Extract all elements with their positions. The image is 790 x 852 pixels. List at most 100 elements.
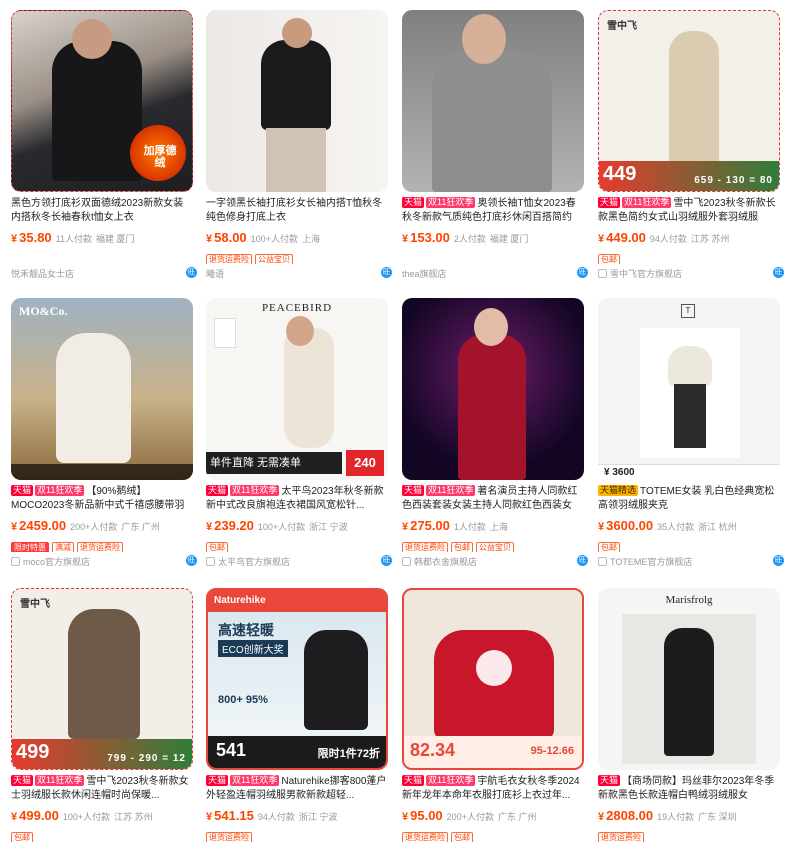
chat-icon[interactable]: 旺 (186, 555, 197, 566)
product-image[interactable]: 加厚德绒 (11, 10, 193, 192)
product-title[interactable]: 天猫双11狂欢季【90%鹅绒】MOCO2023冬新品新中式千禧感腰带羽绒服M..… (11, 485, 193, 513)
promo-tag: 双11狂欢季 (622, 197, 672, 208)
product-image[interactable] (402, 298, 584, 480)
product-card[interactable]: 82.34 95-12.66 天猫 双11狂欢季 宇航毛衣女秋冬季2024新年龙年本… (402, 588, 584, 842)
model-figure (664, 628, 714, 756)
product-image[interactable] (206, 10, 388, 192)
promo-price: 240 (346, 450, 384, 476)
product-image[interactable]: Naturehike 高速轻暖 ECO创新大奖 800+ 95% 541 限时1… (206, 588, 388, 770)
product-title[interactable]: 黑色方领打底衫双面德绒2023新款女装内搭秋冬长袖春秋t恤女上衣 (11, 197, 193, 225)
shop-link[interactable]: thea旗舰店旺 (402, 267, 588, 281)
product-image[interactable]: 82.34 95-12.66 (402, 588, 584, 770)
location: 广东 广州 (121, 522, 160, 532)
thumb-swatch (214, 318, 236, 348)
product-title[interactable]: 天猫 双11狂欢季 雪中飞2023秋冬新款女士羽绒服长款休闲连帽时尚保暖... (11, 775, 193, 803)
overlay-text: 加厚德绒 (143, 145, 177, 169)
shop-link[interactable]: 韩都衣舍旗舰店旺 (402, 555, 588, 569)
product-card[interactable]: MO&Co. 天猫 双11狂欢季 【90%鹅绒】MOCO2023冬新品新中式千禧感腰… (11, 298, 197, 569)
product-card[interactable]: T ¥ 3600 天猫精选 TOTEME女装 乳白色经典宽松高领羽绒服夹克 ¥36… (598, 298, 784, 569)
model-pants (266, 128, 326, 192)
brand-logo: MO&Co. (19, 304, 68, 318)
product-image[interactable]: 雪中飞 449 659 - 130 = 80 (598, 10, 780, 192)
product-title[interactable]: 天猫 双11狂欢季 Naturehike挪客800蓬户外轻盈连帽羽绒服男款新款超轻.… (206, 775, 388, 803)
product-price: ¥35.80 (11, 230, 52, 245)
product-price: ¥239.20 (206, 518, 254, 533)
model-pants (674, 384, 706, 448)
product-title[interactable]: 天猫双11狂欢季奥领长袖T恤女2023春秋冬新款气质纯色打底衫休闲百搭简约内..… (402, 197, 584, 225)
product-card[interactable]: Naturehike 高速轻暖 ECO创新大奖 800+ 95% 541 限时1… (206, 588, 388, 842)
product-image[interactable]: PEACEBIRD 单件直降 无需凑单 240 (206, 298, 388, 480)
promo-tag: 双11狂欢季 (426, 485, 476, 496)
product-title[interactable]: 天猫 【商场同款】玛丝菲尔2023年冬季新款黑色长款连帽白鸭绒羽绒服女 (598, 775, 780, 803)
sold-count: 35人付款 (657, 522, 695, 532)
product-image[interactable]: MO&Co. (11, 298, 193, 480)
chat-icon[interactable]: 旺 (773, 555, 784, 566)
model-face (462, 14, 506, 64)
product-image[interactable]: T ¥ 3600 (598, 298, 780, 480)
product-title[interactable]: 一字领黑长袖打底衫女长袖内搭T恤秋冬纯色修身打底上衣 (206, 197, 388, 225)
chat-icon[interactable]: 旺 (381, 555, 392, 566)
product-card[interactable]: Marisfrolg 天猫 【商场同款】玛丝菲尔2023年冬季新款黑色长款连帽白鸭… (598, 588, 780, 842)
product-card[interactable]: PEACEBIRD 单件直降 无需凑单 240 天猫 双11狂欢季 太平鸟2023年… (206, 298, 392, 569)
location: 浙江 杭州 (698, 522, 737, 532)
sold-count: 100+人付款 (257, 522, 306, 532)
shop-link[interactable]: 雪中飞官方旗舰店旺 (598, 267, 784, 281)
shop-link[interactable]: 太平鸟官方旗舰店旺 (206, 555, 392, 569)
badge: 包邮 (451, 832, 473, 842)
brand-header: Naturehike (208, 590, 386, 612)
shop-link[interactable]: TOTEME官方旗舰店旺 (598, 555, 784, 569)
product-card[interactable]: 雪中飞 449 659 - 130 = 80 天猫 双11狂欢季 雪中飞2023秋冬… (598, 10, 784, 281)
product-price: ¥2808.00 (598, 808, 654, 823)
product-title[interactable]: 天猫 双11狂欢季 太平鸟2023年秋冬新款新中式改良旗袍连衣裙国风宽松针... (206, 485, 388, 513)
location: 福建 厦门 (96, 234, 135, 244)
badge: 包邮 (451, 542, 473, 552)
tmall-tag: 天猫 (402, 775, 425, 786)
model-figure (432, 50, 552, 192)
promo-tag: 双11狂欢季 (230, 485, 280, 496)
location: 浙江 宁波 (309, 522, 348, 532)
product-card[interactable]: 天猫双11狂欢季著名演员主持人同款红色西装套装女装主持人同款红色西装女装... … (402, 298, 588, 569)
product-card[interactable]: 一字领黑长袖打底衫女长袖内搭T恤秋冬纯色修身打底上衣 ¥58.00 100+人付款… (206, 10, 392, 281)
promo-tag: 双11狂欢季 (35, 775, 85, 786)
shop-link[interactable]: 曦语旺 (206, 267, 392, 281)
model-face (72, 19, 112, 59)
product-title[interactable]: 天猫精选 TOTEME女装 乳白色经典宽松高领羽绒服夹克 (598, 485, 780, 513)
bar-calc: 95-12.66 (530, 745, 574, 757)
tmall-tag: 天猫 (206, 485, 229, 496)
promo-tag: 双11狂欢季 (426, 197, 476, 208)
sold-count: 2人付款 (453, 234, 486, 244)
product-image[interactable]: 雪中飞 499 799 - 290 = 12 (11, 588, 193, 770)
hero-text: 高速轻暖 (218, 622, 274, 638)
product-price: ¥541.15 (206, 808, 254, 823)
badge-list: 退货运费险 公益宝贝 (206, 249, 388, 264)
sold-count: 1人付款 (453, 522, 486, 532)
strip-calc: 659 - 130 = 80 (694, 175, 773, 186)
chat-icon[interactable]: 旺 (186, 267, 197, 278)
badge-list: 包邮 (598, 537, 780, 552)
product-image[interactable] (402, 10, 584, 192)
product-card[interactable]: 天猫双11狂欢季奥领长袖T恤女2023春秋冬新款气质纯色打底衫休闲百搭简约内..… (402, 10, 588, 281)
selected-tag: 天猫精选 (598, 485, 639, 496)
product-title[interactable]: 天猫 双11狂欢季 宇航毛衣女秋冬季2024新年龙年本命年衣服打底衫上衣过年... (402, 775, 584, 803)
chat-icon[interactable]: 旺 (577, 555, 588, 566)
shop-link[interactable]: moco官方旗舰店旺 (11, 555, 197, 569)
product-title[interactable]: 天猫双11狂欢季著名演员主持人同款红色西装套装女装主持人同款红色西装女装... (402, 485, 584, 513)
product-price: ¥499.00 (11, 808, 59, 823)
product-title[interactable]: 天猫 双11狂欢季 雪中飞2023秋冬新款长款黑色简约女式山羽绒服外套羽绒服 (598, 197, 780, 225)
chat-icon[interactable]: 旺 (577, 267, 588, 278)
badge-list: 包邮 (598, 249, 780, 264)
sold-count: 94人付款 (649, 234, 687, 244)
tmall-tag: 天猫 (402, 197, 425, 208)
shop-link[interactable]: 悦禾靓品女士店旺 (11, 267, 197, 281)
brand-logo: 雪中飞 (20, 599, 50, 610)
product-image[interactable]: Marisfrolg (598, 588, 780, 770)
product-price: ¥58.00 (206, 230, 247, 245)
product-card[interactable]: 加厚德绒 黑色方领打底衫双面德绒2023新款女装内搭秋冬长袖春秋t恤女上衣 ¥3… (11, 10, 197, 281)
promo-tag: 双11狂欢季 (35, 485, 85, 496)
chat-icon[interactable]: 旺 (381, 267, 392, 278)
product-card[interactable]: 雪中飞 499 799 - 290 = 12 天猫 双11狂欢季 雪中飞2023秋冬… (11, 588, 193, 842)
strip-price: 449 (603, 163, 637, 185)
price-bar: 82.34 95-12.66 (404, 736, 582, 768)
chat-icon[interactable]: 旺 (773, 267, 784, 278)
price-caption: ¥ 3600 (598, 464, 780, 480)
